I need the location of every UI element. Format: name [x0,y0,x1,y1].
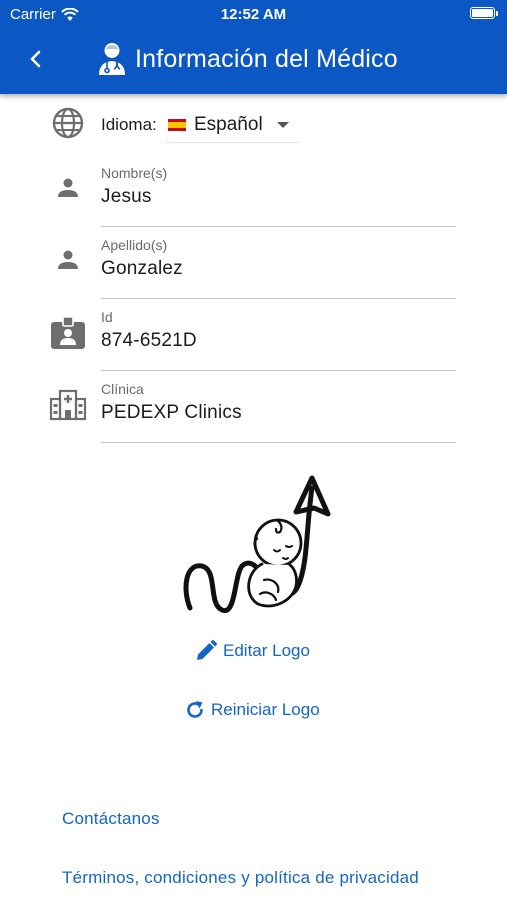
clinic-label: Clínica [101,381,144,397]
globe-icon [48,103,88,143]
first-name-label: Nombre(s) [101,165,168,181]
last-name-value: Gonzalez [101,258,183,279]
status-time: 12:52 AM [220,6,287,23]
first-name-value: Jesus [101,186,152,207]
reset-logo-label: Reiniciar Logo [211,700,320,719]
contact-link[interactable]: Contáctanos [62,809,160,829]
clinic-field[interactable]: Clínica PEDEXP Clinics [101,381,456,443]
first-name-field[interactable]: Nombre(s) Jesus [101,165,456,227]
id-label: Id [101,309,113,325]
baby-arrow-logo [183,475,331,613]
app-bar: Carrier 12:52 AM Información del Médico [0,0,507,94]
language-dropdown[interactable]: Español [166,108,299,143]
edit-logo-label: Editar Logo [223,641,310,660]
edit-logo-button[interactable]: Editar Logo [195,640,310,662]
spain-flag-icon [168,119,186,131]
id-badge-icon [48,313,88,353]
doctor-icon [99,43,125,75]
person-icon [48,240,88,280]
battery-icon [470,7,498,19]
chevron-left-icon [30,50,41,68]
refresh-icon [187,701,203,718]
language-value: Español [194,114,263,135]
id-field[interactable]: Id 874-6521D [101,309,456,371]
terms-link[interactable]: Términos, condiciones y política de priv… [62,868,419,888]
header-title-row: Información del Médico [97,42,398,76]
pencil-icon [197,640,217,660]
hospital-icon [48,385,88,425]
last-name-field[interactable]: Apellido(s) Gonzalez [101,237,456,299]
id-value: 874-6521D [101,330,197,351]
status-bar: Carrier 12:52 AM [0,0,507,30]
person-icon [48,168,88,208]
page-title: Información del Médico [135,44,398,73]
reset-logo-button[interactable]: Reiniciar Logo [185,700,320,720]
last-name-label: Apellido(s) [101,237,168,253]
dropdown-arrow-icon [276,122,289,128]
clinic-value: PEDEXP Clinics [101,402,242,423]
language-label: Idioma: [101,115,157,134]
back-button[interactable] [22,45,50,73]
